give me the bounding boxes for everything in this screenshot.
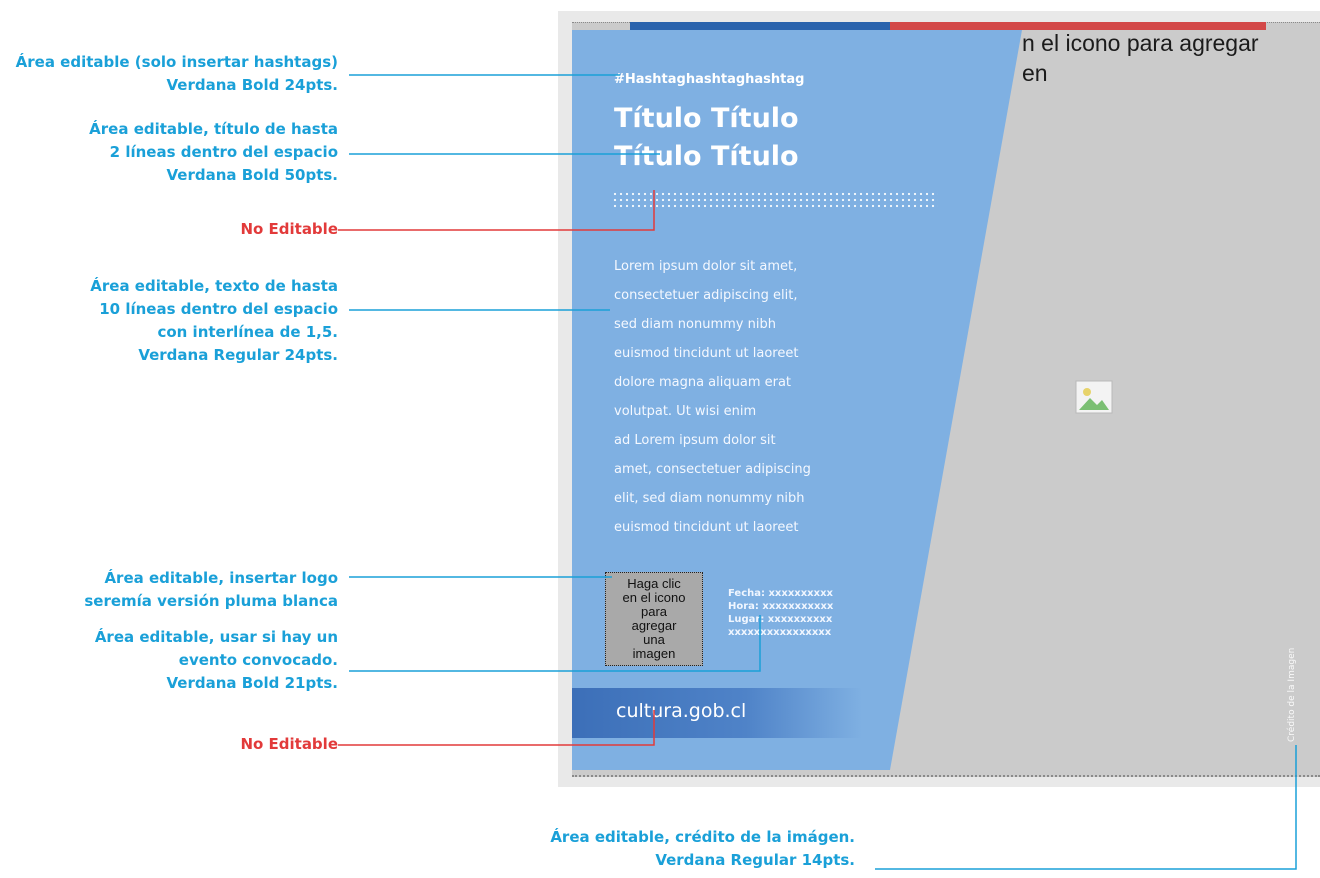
body-line: sed diam nonummy nibh (614, 317, 776, 332)
event-line: Hora: xxxxxxxxxxx (728, 601, 834, 612)
logo-line: para (640, 604, 668, 619)
logo-placeholder[interactable]: Haga clic en el icono para agregar una i… (605, 572, 703, 666)
logo-line: una (643, 632, 665, 647)
body-line: consectetuer adipiscing elit, (614, 288, 798, 303)
title-line: Título Título (614, 103, 799, 134)
body-line: elit, sed diam nonummy nibh (614, 491, 805, 506)
event-details[interactable]: Fecha: xxxxxxxxxx Hora: xxxxxxxxxxx Luga… (728, 587, 833, 639)
body-line: dolore magna aliquam erat (614, 375, 792, 390)
event-line: Lugar: xxxxxxxxxx (728, 614, 833, 625)
body-line: euismod tincidunt ut laoreet (614, 520, 799, 535)
footer-url: cultura.gob.cl (616, 700, 747, 722)
image-credit[interactable]: Crédito de la Imagen (1287, 648, 1297, 742)
body-line: ad Lorem ipsum dolor sit (614, 433, 776, 448)
poster-title[interactable]: Título Título Título Título (614, 100, 799, 176)
poster-body-text[interactable]: Lorem ipsum dolor sit amet, consectetuer… (614, 252, 884, 542)
title-line: Título Título (614, 141, 799, 172)
poster-hashtag[interactable]: #Hashtaghashtaghashtag (614, 72, 804, 87)
logo-line: Haga clic (627, 576, 681, 591)
event-line: Fecha: xxxxxxxxxx (728, 588, 833, 599)
logo-line: en el icono (622, 590, 686, 605)
event-line: xxxxxxxxxxxxxxxx (728, 627, 832, 638)
logo-line: imagen (632, 646, 676, 661)
body-line: volutpat. Ut wisi enim (614, 404, 757, 419)
logo-line: agregar (631, 618, 677, 633)
body-line: amet, consectetuer adipiscing (614, 462, 811, 477)
body-line: Lorem ipsum dolor sit amet, (614, 259, 798, 274)
dotted-divider (612, 191, 938, 209)
body-line: euismod tincidunt ut laoreet (614, 346, 799, 361)
